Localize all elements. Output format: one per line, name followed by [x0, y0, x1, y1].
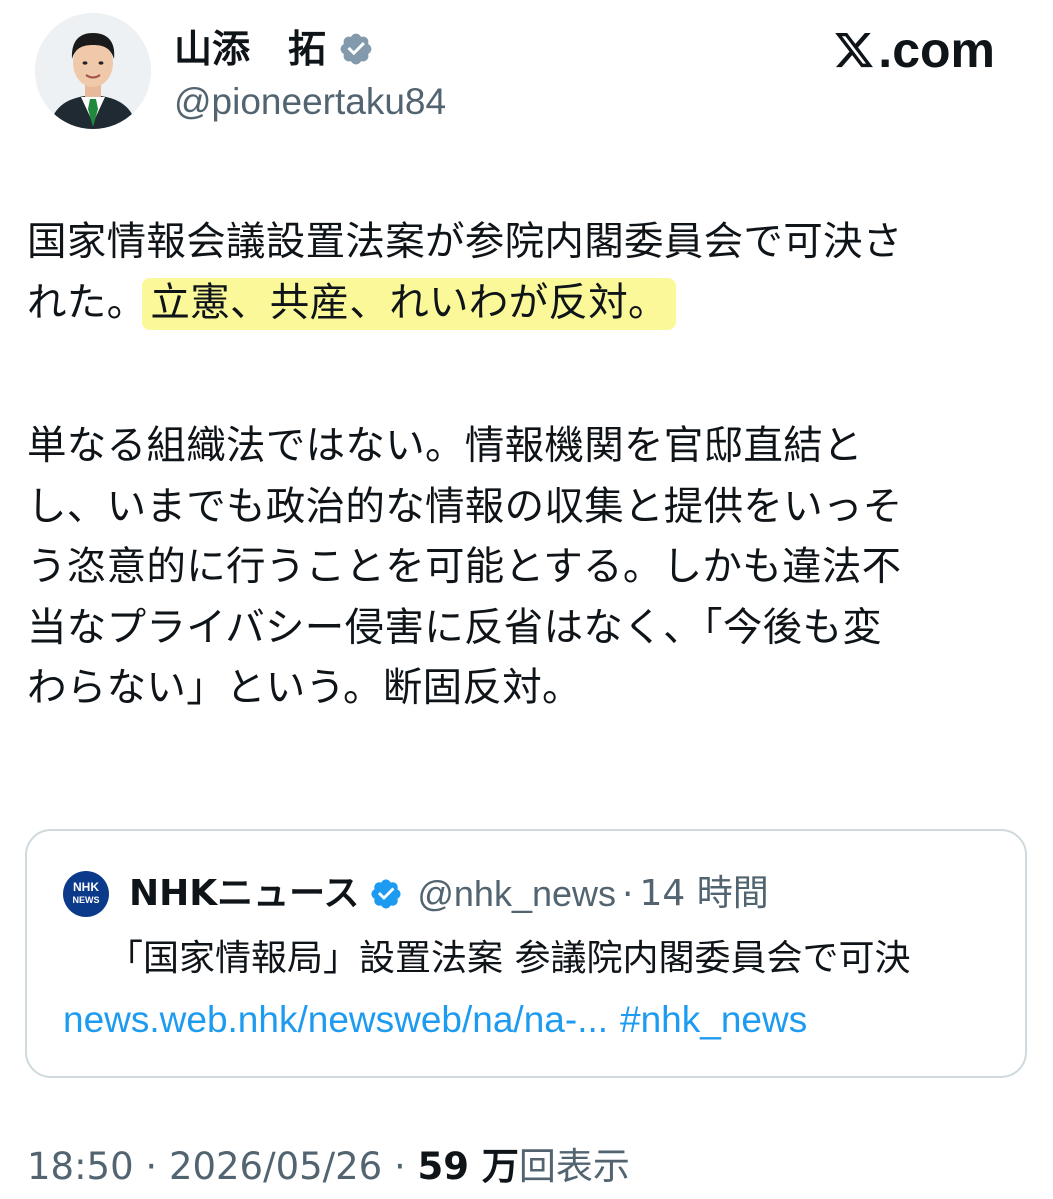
author-name[interactable]: 山添 拓: [174, 26, 326, 72]
tweet-text: 国家情報会議設置法案が参院内閣委員会で可決さ れた。 立憲、共産、れいわが反対。 …: [27, 212, 1027, 719]
brand-label: .com: [878, 22, 995, 78]
avatar-image: [35, 13, 151, 129]
tweet-date[interactable]: 2026/05/26: [169, 1145, 382, 1188]
tweet-screenshot: 山添 拓 @pioneertaku84 .com 国家情報会議設置法案が参院内閣…: [0, 0, 1053, 1199]
nhk-logo-line2: NEWS: [72, 895, 100, 905]
author-handle[interactable]: @pioneertaku84: [174, 80, 446, 124]
avatar[interactable]: [35, 13, 151, 129]
separator-dot: ·: [393, 1145, 406, 1188]
quoted-tweet-card[interactable]: NHK NEWS NHKニュース @nhk_news · 14 時間 「国家情報…: [25, 829, 1027, 1078]
quoted-tweet-header: NHK NEWS NHKニュース @nhk_news · 14 時間: [63, 869, 769, 919]
nhk-news-avatar[interactable]: NHK NEWS: [63, 871, 109, 917]
views-count: 59 万: [417, 1145, 519, 1188]
article-link[interactable]: news.web.nhk/newsweb/na/na-...: [63, 999, 608, 1040]
tweet-time[interactable]: 18:50: [27, 1145, 134, 1188]
nhk-logo-line1: NHK: [73, 880, 99, 894]
x-logo-icon: [835, 32, 874, 68]
tweet-paragraph-1: 国家情報会議設置法案が参院内閣委員会で可決さ れた。 立憲、共産、れいわが反対。: [27, 212, 1027, 333]
quoted-tweet-links: news.web.nhk/newsweb/na/na-... #nhk_news: [63, 996, 807, 1044]
quoted-tweet-text: 「国家情報局」設置法案 参議院内閣委員会で可決: [107, 938, 911, 979]
quoted-author-handle[interactable]: @nhk_news: [417, 872, 616, 916]
views-label: 回表示: [518, 1145, 630, 1188]
quoted-author-name[interactable]: NHKニュース: [129, 872, 359, 916]
tweet-highlight: 立憲、共産、れいわが反対。: [142, 277, 676, 330]
tweet-metadata: 18:50 · 2026/05/26 · 59 万回表示: [27, 1143, 630, 1191]
quoted-tweet-time[interactable]: 14 時間: [639, 872, 768, 916]
verified-badge-icon: [371, 879, 401, 909]
separator-dot: ·: [145, 1145, 158, 1188]
tweet-paragraph-2: 単なる組織法ではない。情報機関を官邸直結と し、いまでも政治的な情報の収集と提供…: [27, 423, 903, 711]
author-name-row[interactable]: 山添 拓: [174, 26, 374, 72]
verified-badge-icon: [340, 33, 372, 65]
separator-dot: ·: [622, 873, 634, 915]
brand-logo: .com: [832, 22, 995, 78]
hashtag-link[interactable]: #nhk_news: [620, 999, 807, 1040]
